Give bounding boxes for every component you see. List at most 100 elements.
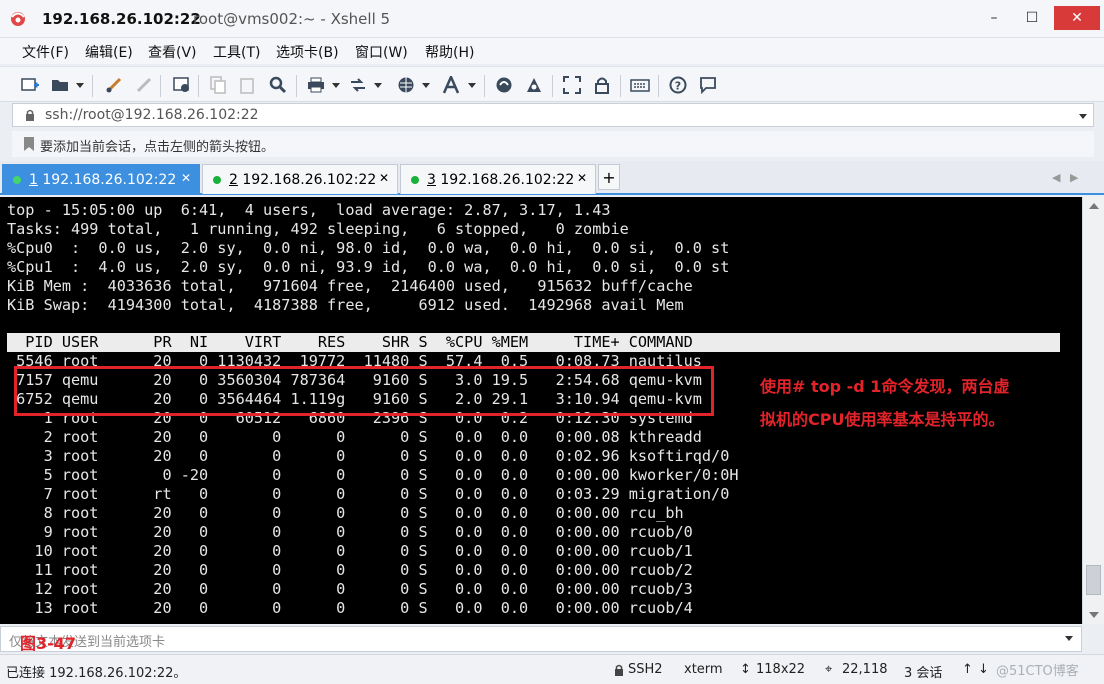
close-window-button[interactable]: ✕ <box>1054 6 1100 30</box>
terminal-line: top - 15:05:00 up 6:41, 4 users, load av… <box>7 201 611 219</box>
toolbar-separator <box>296 75 297 97</box>
process-row: 3 root 20 0 0 0 0 S 0.0 0.0 0:02.96 ksof… <box>7 447 730 465</box>
toolbar-separator <box>92 75 93 97</box>
menu-help[interactable]: 帮助(H) <box>425 42 474 62</box>
status-bar: 已连接 192.168.26.102:22。 SSH2 xterm ↕ 118x… <box>0 654 1104 684</box>
keyboard-icon[interactable] <box>630 75 650 95</box>
toolbar-separator <box>484 75 485 97</box>
close-tab-icon[interactable]: ✕ <box>181 171 191 185</box>
session-count-status: 3 会话 <box>904 666 943 681</box>
chevron-down-icon[interactable] <box>422 83 430 88</box>
session-next-icon[interactable]: ↓ <box>978 662 989 677</box>
session-status-dot <box>213 175 221 184</box>
address-bar[interactable]: ssh://root@192.168.26.102:22 <box>12 103 1094 127</box>
tab-session-2[interactable]: 2 192.168.26.102:22 ✕ <box>202 164 398 194</box>
scroll-up-icon[interactable] <box>1089 203 1099 209</box>
bookmark-icon[interactable] <box>22 136 36 152</box>
menu-bar: 文件(F) 编辑(E) 查看(V) 工具(T) 选项卡(B) 窗口(W) 帮助(… <box>0 38 1104 64</box>
help-icon[interactable]: ? <box>668 75 688 95</box>
menu-window[interactable]: 窗口(W) <box>355 42 408 62</box>
session-status-dot <box>13 175 21 184</box>
chat-icon[interactable] <box>698 75 718 95</box>
window-title-subtitle: root@vms002:~ - Xshell 5 <box>193 10 391 28</box>
minimize-icon: – <box>990 10 998 26</box>
xmanager-icon[interactable] <box>524 75 544 95</box>
process-row: 5 root 0 -20 0 0 0 S 0.0 0.0 0:00.00 kwo… <box>7 466 739 484</box>
maximize-button[interactable]: ☐ <box>1014 6 1050 30</box>
terminal-scrollbar[interactable] <box>1082 197 1104 624</box>
scroll-thumb[interactable] <box>1086 565 1101 595</box>
send-text-bar[interactable]: 仅将文本发送到当前选项卡 <box>0 626 1082 652</box>
close-tab-icon[interactable]: ✕ <box>379 171 389 185</box>
process-row: 2 root 20 0 0 0 0 S 0.0 0.0 0:00.08 kthr… <box>7 428 702 446</box>
copy-icon[interactable] <box>208 75 228 95</box>
terminal-type-status: xterm <box>684 662 723 677</box>
lock-icon[interactable] <box>592 75 612 95</box>
tab-label: 192.168.26.102:22 <box>42 171 177 188</box>
new-tab-button[interactable]: + <box>598 164 620 190</box>
lock-icon <box>615 664 623 676</box>
terminal-line: Tasks: 499 total, 1 running, 492 sleepin… <box>7 220 629 238</box>
menu-file[interactable]: 文件(F) <box>22 42 69 62</box>
terminal-size-status: 118x22 <box>756 662 806 677</box>
toolbar-separator <box>198 75 199 97</box>
chevron-down-icon[interactable] <box>468 83 476 88</box>
paste-icon[interactable] <box>238 75 258 95</box>
lock-icon <box>26 109 34 121</box>
menu-view[interactable]: 查看(V) <box>148 42 197 62</box>
tab-session-1[interactable]: 1 192.168.26.102:22 ✕ <box>2 164 200 194</box>
close-icon: ✕ <box>1071 10 1083 26</box>
terminal-line: KiB Swap: 4194300 total, 4187388 free, 6… <box>7 296 684 314</box>
globe-icon[interactable] <box>396 75 416 95</box>
disconnect-icon[interactable] <box>134 75 154 95</box>
process-row: 10 root 20 0 0 0 0 S 0.0 0.0 0:00.00 rcu… <box>7 542 693 560</box>
properties-icon[interactable] <box>172 75 192 95</box>
tab-label: 192.168.26.102:22 <box>440 171 575 188</box>
resize-icon: ↕ <box>740 662 751 677</box>
window-title-host: 192.168.26.102:22 <box>42 10 201 28</box>
menu-tools[interactable]: 工具(T) <box>213 42 260 62</box>
chevron-down-icon[interactable] <box>1065 636 1073 641</box>
process-table-header: PID USER PR NI VIRT RES SHR S %CPU %MEM … <box>7 333 1060 352</box>
fullscreen-icon[interactable] <box>562 75 582 95</box>
minimize-button[interactable]: – <box>976 6 1012 30</box>
protocol-status: SSH2 <box>628 662 663 677</box>
watermark: @51CTO博客 <box>996 664 1079 679</box>
chevron-down-icon[interactable] <box>332 83 340 88</box>
session-status-dot <box>411 175 419 184</box>
hint-text: 要添加当前会话，点击左侧的箭头按钮。 <box>40 140 275 155</box>
menu-tabs[interactable]: 选项卡(B) <box>276 42 339 62</box>
tab-session-3[interactable]: 3 192.168.26.102:22 ✕ <box>400 164 596 194</box>
svg-text:?: ? <box>675 80 681 93</box>
menu-edit[interactable]: 编辑(E) <box>85 42 133 62</box>
process-row: 11 root 20 0 0 0 0 S 0.0 0.0 0:00.00 rcu… <box>7 561 693 579</box>
new-session-icon[interactable] <box>20 75 40 95</box>
session-prev-icon[interactable]: ↑ <box>962 662 973 677</box>
transfer-icon[interactable] <box>348 75 368 95</box>
tab-label: 192.168.26.102:22 <box>242 171 377 188</box>
chevron-down-icon[interactable] <box>76 83 84 88</box>
find-icon[interactable] <box>268 75 288 95</box>
close-tab-icon[interactable]: ✕ <box>577 171 587 185</box>
chevron-down-icon[interactable] <box>374 83 382 88</box>
terminal-line: %Cpu0 : 0.0 us, 2.0 sy, 0.0 ni, 98.0 id,… <box>7 239 730 257</box>
tab-scroll-left-icon[interactable]: ◀ <box>1052 171 1060 184</box>
print-icon[interactable] <box>306 75 326 95</box>
connection-status: 已连接 192.168.26.102:22。 <box>6 666 187 681</box>
process-row: 12 root 20 0 0 0 0 S 0.0 0.0 0:00.00 rcu… <box>7 580 693 598</box>
process-row: 9 root 20 0 0 0 0 S 0.0 0.0 0:00.00 rcuo… <box>7 523 693 541</box>
font-icon[interactable] <box>442 75 462 95</box>
address-input[interactable]: ssh://root@192.168.26.102:22 <box>45 107 259 123</box>
tab-number: 3 <box>427 171 436 188</box>
open-folder-icon[interactable] <box>50 75 70 95</box>
scroll-down-icon[interactable] <box>1089 612 1099 618</box>
figure-label: 图3-47 <box>20 634 77 653</box>
maximize-icon: ☐ <box>1025 10 1039 26</box>
xftp-icon[interactable] <box>494 75 514 95</box>
tab-bar: 1 192.168.26.102:22 ✕ 2 192.168.26.102:2… <box>0 161 1104 195</box>
terminal-line: %Cpu1 : 4.0 us, 2.0 sy, 0.0 ni, 93.9 id,… <box>7 258 730 276</box>
cursor-icon: ⌖ <box>825 662 833 677</box>
reconnect-icon[interactable] <box>104 75 124 95</box>
chevron-down-icon[interactable] <box>1079 114 1087 119</box>
tab-scroll-right-icon[interactable]: ▶ <box>1070 171 1078 184</box>
